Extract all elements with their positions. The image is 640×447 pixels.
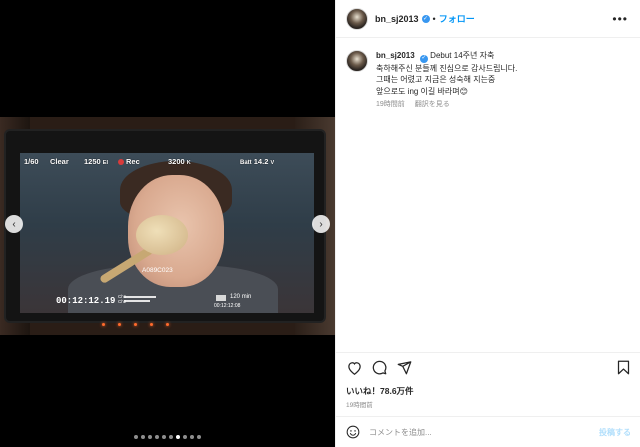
post-side-panel: bn_sj2013 ✓ • フォロー ••• bn_sj2013 ✓ Debut… [335,0,640,447]
audio-meter-ch2 [124,300,150,302]
caption-username[interactable]: bn_sj2013 [376,51,415,60]
chevron-left-icon: ‹ [12,218,16,230]
hud-kelvin: 3200 K [168,157,191,166]
send-icon [397,361,411,375]
hud-battery: Batt 14.2 V [240,157,274,166]
hud-kelvin-value: 3200 [168,157,185,166]
media-icon [216,295,226,301]
led-indicator [166,323,169,326]
emoji-icon[interactable] [346,425,360,439]
led-indicator [102,323,105,326]
heart-icon [347,361,361,375]
post-header: bn_sj2013 ✓ • フォロー ••• [336,0,640,38]
hud-batt-value: 14.2 [253,157,269,166]
hud-remaining-unit: min [241,294,252,300]
hud-iso-value: 1250 [84,157,101,166]
post-caption: bn_sj2013 ✓ Debut 14주년 자축 축하해주신 분들께 진심으로… [336,38,640,111]
chevron-right-icon: › [319,218,323,230]
hud-timecode: 00:12:12.19 [56,296,116,306]
carousel-dot [141,435,145,439]
follow-button[interactable]: フォロー [439,12,475,25]
led-indicator [118,323,121,326]
verified-badge-icon: ✓ [421,14,430,23]
carousel-indicator [0,435,335,439]
camera-monitor: 1/60 Clear 1250 EI Rec 3200 K Batt 14.2 … [6,131,324,326]
carousel-dot [134,435,138,439]
previous-slide-button[interactable]: ‹ [5,215,23,233]
hud-shutter: 1/60 [24,157,39,166]
next-slide-button[interactable]: › [312,215,330,233]
audio-meter-ch2-label: Ch2 [118,299,127,304]
carousel-dot [169,435,173,439]
comment-bar: 投稿する [336,416,640,447]
hud-small-timecode: 00:12:12:08 [214,303,241,309]
audio-meter: Ch1 Ch2 [118,294,164,306]
carousel-dot [155,435,159,439]
hud-iso: 1250 EI [84,157,108,166]
avatar[interactable] [346,7,368,30]
hud-filter: Clear [50,157,69,166]
post-timestamp[interactable]: 19時間前 [346,399,373,409]
monitor-led-row [102,323,169,326]
header-separator: • [432,13,436,24]
comment-icon [372,360,386,375]
carousel-dot [197,435,201,439]
like-button[interactable] [346,360,362,376]
caption-line: Debut 14주년 자축 [430,51,495,60]
carousel-dot [183,435,187,439]
carousel-dot-active [176,435,180,439]
avatar[interactable] [346,50,368,72]
likes-count[interactable]: いいね！78.6万件 [346,385,414,397]
record-icon [118,159,124,165]
carousel-dot [190,435,194,439]
carousel-dot [162,435,166,439]
more-horizontal-icon[interactable]: ••• [612,12,628,26]
verified-badge-icon: ✓ [419,54,428,63]
header-username[interactable]: bn_sj2013 [375,14,419,24]
hud-rec-label: Rec [126,157,140,166]
post-photo[interactable]: 1/60 Clear 1250 EI Rec 3200 K Batt 14.2 … [0,117,335,335]
caption-body: bn_sj2013 ✓ Debut 14주년 자축 축하해주신 분들께 진심으로… [376,50,517,111]
carousel-dot [148,435,152,439]
hud-clip-name: A089C023 [142,267,173,274]
audio-meter-ch1 [124,296,156,298]
post-comment-button[interactable]: 投稿する [599,427,631,438]
caption-meta: 19時間前 翻訳を見る [376,99,517,111]
hud-iso-unit: EI [102,160,108,166]
translate-link[interactable]: 翻訳を見る [415,101,450,108]
hud-kelvin-unit: K [186,160,191,166]
led-indicator [134,323,137,326]
share-button[interactable] [396,360,412,376]
bookmark-icon [617,360,629,375]
save-button[interactable] [615,360,631,376]
caption-line: 그때는 어렸고 지금은 성숙해 지는중 [376,75,496,85]
hud-batt-label: Batt [240,160,252,166]
hud-remaining: 120 min [230,294,251,300]
monitor-screen: 1/60 Clear 1250 EI Rec 3200 K Batt 14.2 … [20,153,314,313]
comment-button[interactable] [371,360,387,376]
hud-rec: Rec [118,157,140,166]
wooden-paddle [136,215,188,255]
hud-remaining-value: 120 [230,294,241,300]
post-media: 1/60 Clear 1250 EI Rec 3200 K Batt 14.2 … [0,0,335,447]
caption-line: 축하해주신 분들께 진심으로 감사드립니다. [376,63,518,73]
comment-input[interactable] [369,427,599,437]
action-bar [336,352,640,382]
caption-line: 앞으로도 ing 이길 바라며😊 [376,86,468,96]
hud-batt-unit: V [270,160,275,166]
led-indicator [150,323,153,326]
caption-time[interactable]: 19時間前 [376,101,405,108]
